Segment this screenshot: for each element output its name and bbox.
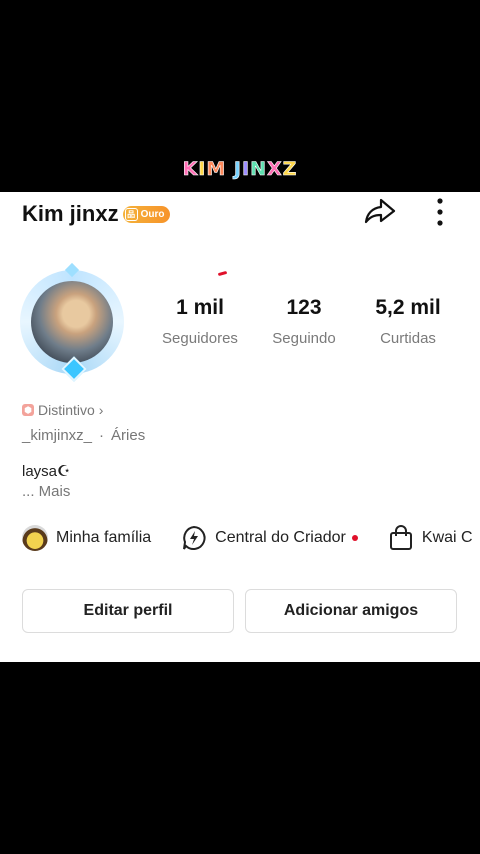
shortcut-kwai-shop[interactable]: Kwai C xyxy=(388,525,473,551)
profile-meta: _kimjinxz_ · Áries xyxy=(22,427,145,444)
stat-following[interactable]: 123 Seguindo xyxy=(252,296,356,347)
distintivo-link[interactable]: ⬢ Distintivo › xyxy=(22,402,103,418)
profile-name: Kim jinxz xyxy=(22,201,119,226)
zodiac-sign: Áries xyxy=(111,427,146,444)
username: _kimjinxz_ xyxy=(22,427,93,444)
separator-dot: · xyxy=(99,427,105,444)
shortcut-family[interactable]: Minha família xyxy=(22,525,151,551)
overlay-letter: K xyxy=(182,158,199,181)
shortcut-label: Central do Criador xyxy=(215,529,346,546)
stat-label: Seguindo xyxy=(272,330,336,347)
stat-value: 1 mil xyxy=(176,296,224,319)
overlay-letter: X xyxy=(266,158,283,181)
shortcut-label: Kwai C xyxy=(421,529,473,546)
red-mark xyxy=(217,270,228,277)
avatar[interactable] xyxy=(20,262,128,382)
edit-profile-button[interactable]: Editar perfil xyxy=(22,589,234,633)
notification-dot xyxy=(351,535,358,541)
overlay-letter: N xyxy=(250,158,267,181)
shortcut-creator-center[interactable]: Central do Criador xyxy=(181,525,358,551)
stat-value: 123 xyxy=(286,296,322,319)
lightning-circle-icon xyxy=(183,525,206,550)
profile-stats: 1 mil Seguidores 123 Seguindo 5,2 mil Cu… xyxy=(148,296,468,347)
share-icon[interactable] xyxy=(363,194,397,228)
overlay-letter: I xyxy=(242,158,251,181)
shopping-bag-icon xyxy=(389,525,412,550)
bio-more-link[interactable]: ... Mais xyxy=(22,483,70,500)
overlay-letter: Z xyxy=(282,158,298,181)
shortcut-bar: Minha família Central do Criador Kwai C xyxy=(22,523,480,553)
level-badge[interactable]: 品 Ouro xyxy=(122,205,171,223)
stat-likes[interactable]: 5,2 mil Curtidas xyxy=(356,296,460,347)
hexagon-badge-icon: ⬢ xyxy=(22,404,34,416)
add-friends-button[interactable]: Adicionar amigos xyxy=(245,589,457,633)
video-overlay-title: KIM JINXZ xyxy=(0,158,480,181)
profile-panel: Kim jinxz 品 Ouro 1 mil Seguidores 123 Se… xyxy=(0,192,480,662)
stat-label: Seguidores xyxy=(162,330,238,347)
stat-followers[interactable]: 1 mil Seguidores xyxy=(148,296,252,347)
chevron-right-icon: › xyxy=(98,402,104,418)
stat-value: 5,2 mil xyxy=(375,296,441,319)
distintivo-label: Distintivo xyxy=(38,402,95,418)
more-options-icon[interactable] xyxy=(428,196,452,228)
shortcut-label: Minha família xyxy=(56,529,152,546)
family-avatar-icon xyxy=(22,525,48,551)
stat-label: Curtidas xyxy=(380,330,436,347)
overlay-letter: M xyxy=(206,158,227,181)
overlay-letter: J xyxy=(233,158,242,181)
profile-bio: laysa☪︎ xyxy=(22,463,71,480)
avatar-photo xyxy=(31,281,113,363)
badge-icon: 品 xyxy=(124,207,138,221)
badge-label: Ouro xyxy=(140,208,165,220)
